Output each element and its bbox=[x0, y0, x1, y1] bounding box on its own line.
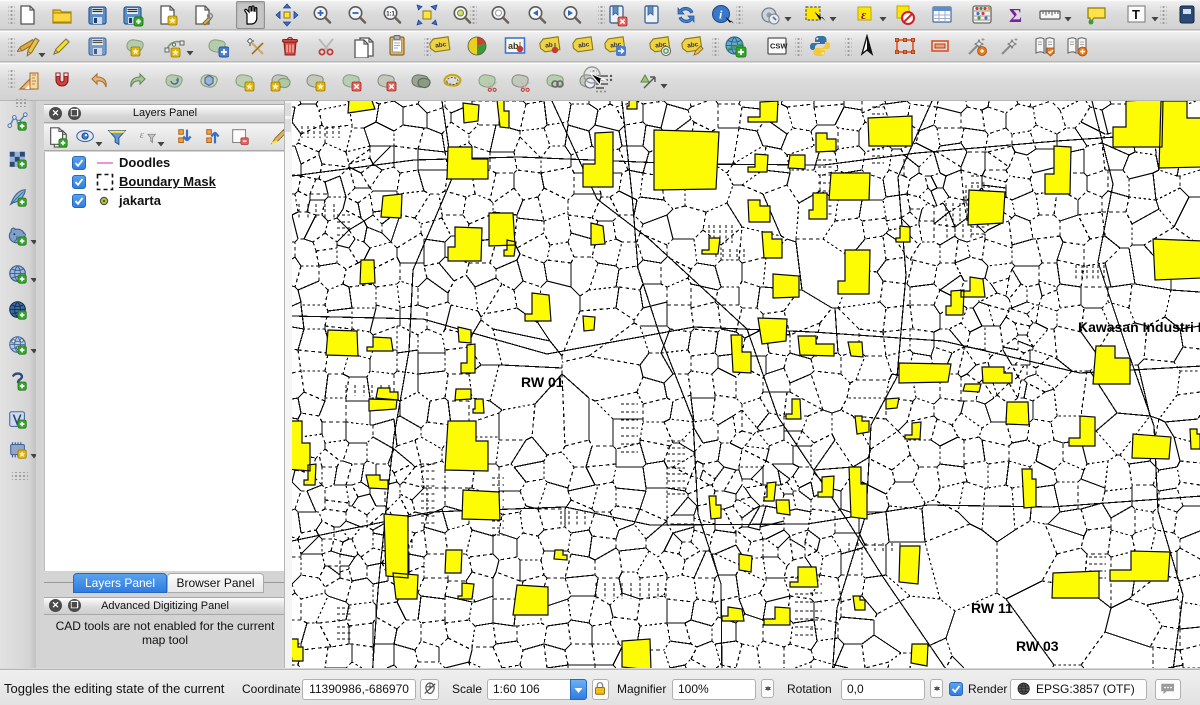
svg-text:ab: ab bbox=[545, 42, 554, 50]
svg-text:ε: ε bbox=[140, 130, 144, 141]
svg-text:Kawasan Industri Pe: Kawasan Industri Pe bbox=[1078, 319, 1200, 335]
svg-text:T: T bbox=[1132, 7, 1140, 22]
svg-text:RW 03: RW 03 bbox=[1016, 638, 1059, 654]
svg-text:RW 11: RW 11 bbox=[971, 600, 1013, 616]
svg-text:CSW: CSW bbox=[770, 42, 788, 51]
svg-text:Σ: Σ bbox=[1009, 5, 1022, 27]
svg-text:1:1: 1:1 bbox=[386, 12, 395, 18]
svg-text:RW 01: RW 01 bbox=[521, 374, 564, 390]
svg-text:ε: ε bbox=[861, 7, 867, 22]
